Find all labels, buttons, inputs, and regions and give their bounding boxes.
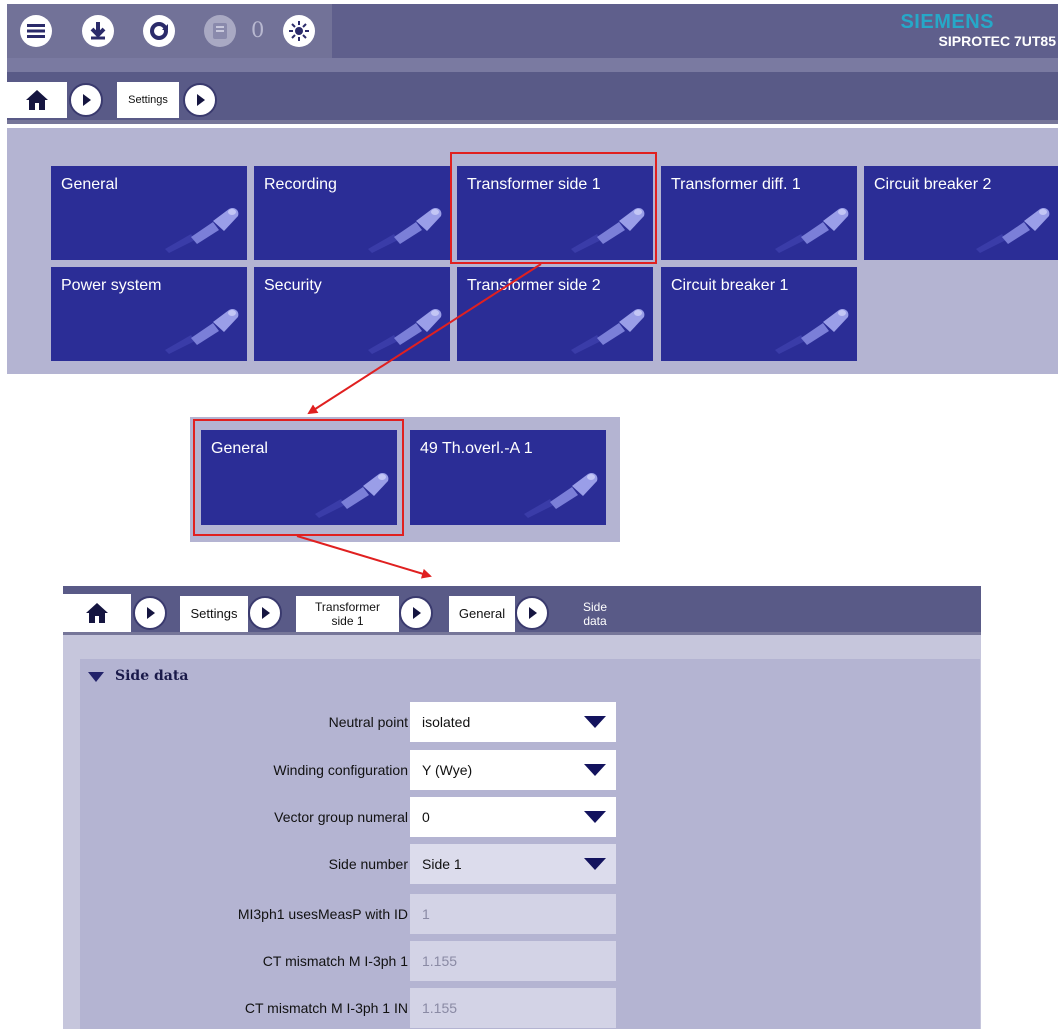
chevron-right-icon bbox=[413, 607, 421, 619]
select-side-number[interactable]: Side 1 bbox=[410, 844, 616, 884]
arrow-to-form bbox=[296, 535, 432, 579]
chevron-right-icon bbox=[262, 607, 270, 619]
field-value: 1.155 bbox=[422, 1000, 458, 1016]
readonly-field-ct-mismatch-m-i-3ph-1-in: 1.155 bbox=[410, 988, 616, 1028]
section-header-side-data[interactable]: Side data bbox=[80, 659, 980, 693]
field-value: Y (Wye) bbox=[422, 762, 473, 778]
field-value: 1 bbox=[422, 906, 430, 922]
breadcrumb-next-button[interactable] bbox=[515, 596, 549, 630]
dropdown-caret-icon bbox=[584, 716, 606, 728]
field-label: Vector group numeral bbox=[274, 809, 408, 825]
arrow-to-sub-panel bbox=[307, 263, 542, 415]
field-label: MI3ph1 usesMeasP with ID bbox=[237, 906, 408, 922]
dropdown-caret-icon bbox=[584, 858, 606, 870]
readonly-field-mi3ph1-usesmeasp-with-id: 1 bbox=[410, 894, 616, 934]
breadcrumb-next-button[interactable] bbox=[248, 596, 282, 630]
breadcrumb-next-button[interactable] bbox=[399, 596, 433, 630]
readonly-field-ct-mismatch-m-i-3ph-1: 1.155 bbox=[410, 941, 616, 981]
select-vector-group-numeral[interactable]: 0 bbox=[410, 797, 616, 837]
breadcrumb-item-transformer-side-1[interactable]: Transformer side 1 bbox=[296, 596, 399, 632]
field-label: Side number bbox=[328, 856, 408, 872]
field-value: Side 1 bbox=[422, 856, 462, 872]
field-value: 0 bbox=[422, 809, 430, 825]
chevron-right-icon bbox=[147, 607, 155, 619]
breadcrumb-bottom: Settings Transformer side 1 General Side… bbox=[63, 586, 981, 636]
breadcrumb-expand-button[interactable] bbox=[133, 596, 167, 630]
field-label: Winding configuration bbox=[273, 762, 408, 778]
field-label: CT mismatch M I-3ph 1 IN bbox=[244, 1000, 408, 1016]
section-title: Side data bbox=[115, 668, 189, 684]
field-label: Neutral point bbox=[328, 714, 408, 730]
home-button[interactable] bbox=[63, 594, 131, 632]
dropdown-caret-icon bbox=[584, 811, 606, 823]
field-value: isolated bbox=[422, 714, 471, 730]
chevron-right-icon bbox=[529, 607, 537, 619]
breadcrumb-current-side-data: Side data bbox=[582, 600, 608, 628]
collapse-triangle-icon bbox=[88, 672, 104, 682]
field-value: 1.155 bbox=[422, 953, 458, 969]
field-label: CT mismatch M I-3ph 1 bbox=[262, 953, 408, 969]
dropdown-caret-icon bbox=[584, 764, 606, 776]
select-neutral-point[interactable]: isolated bbox=[410, 702, 616, 742]
breadcrumb-item-general[interactable]: General bbox=[449, 596, 515, 632]
home-icon bbox=[86, 603, 108, 623]
select-winding-configuration[interactable]: Y (Wye) bbox=[410, 750, 616, 790]
breadcrumb-item-settings[interactable]: Settings bbox=[180, 596, 248, 632]
